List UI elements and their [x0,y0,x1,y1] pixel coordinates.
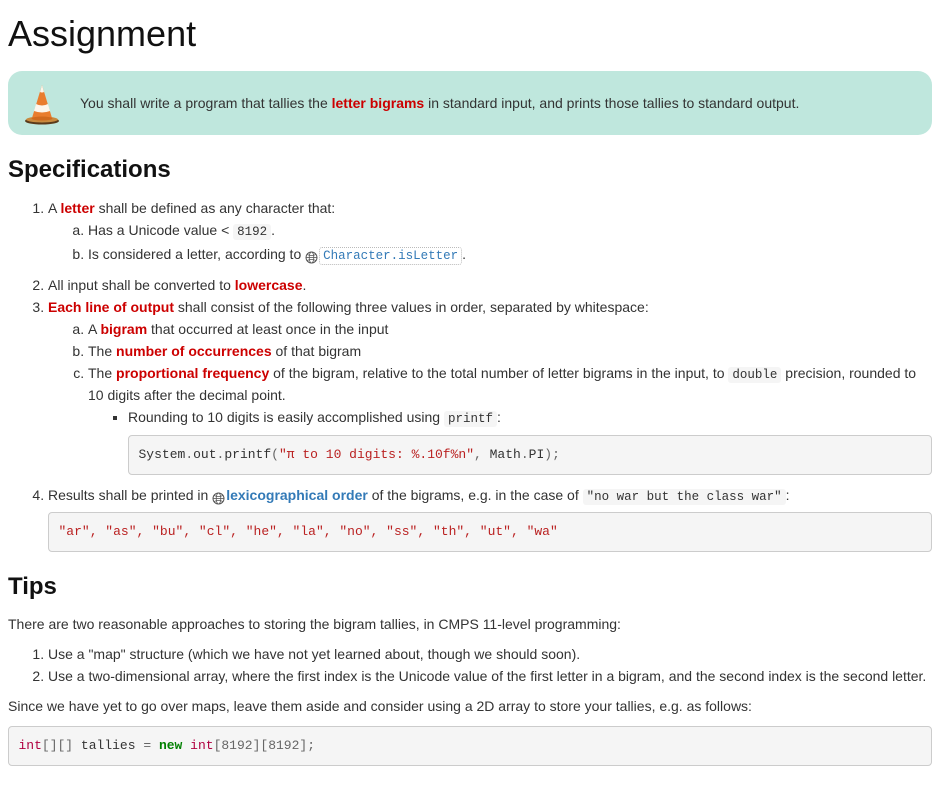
spec-item-1: A letter shall be defined as any charact… [48,198,932,266]
code-printf: printf [444,411,497,427]
spec-3a: A bigram that occurred at least once in … [88,319,932,339]
callout-highlight: letter bigrams [332,95,425,111]
code-double: double [728,367,781,383]
page-title: Assignment [8,8,932,59]
spec-3c-bullet: Rounding to 10 digits is easily accompli… [128,407,932,474]
spec-1-sublist: Has a Unicode value < 8192. Is considere… [48,220,932,266]
tips-outro: Since we have yet to go over maps, leave… [8,696,932,716]
spec-item-3: Each line of output shall consist of the… [48,297,932,474]
cone-icon [22,81,62,125]
tips-list: Use a "map" structure (which we have not… [8,644,932,686]
code-example-input: "no war but the class war" [583,489,786,505]
character-isletter-link[interactable]: Character.isLetter [319,247,462,265]
spec-3b: The number of occurrences of that bigram [88,341,932,361]
spec-1b: Is considered a letter, according to Cha… [88,244,932,266]
spec-3c: The proportional frequency of the bigram… [88,363,932,474]
spec-item-2: All input shall be converted to lowercas… [48,275,932,295]
tips-intro: There are two reasonable approaches to s… [8,614,932,634]
callout-text: You shall write a program that tallies t… [80,93,799,113]
tip-2: Use a two-dimensional array, where the f… [48,666,932,686]
globe-icon [305,249,318,262]
spec-item-4: Results shall be printed in lexicographi… [48,485,932,552]
globe-icon [212,490,225,503]
code-block-bigrams: "ar", "as", "bu", "cl", "he", "la", "no"… [48,512,932,552]
code-block-tallies: int[][] tallies = new int[8192][8192]; [8,726,932,766]
spec-1a: Has a Unicode value < 8192. [88,220,932,242]
spec-3c-bullets: Rounding to 10 digits is easily accompli… [88,407,932,474]
code-block-printf: System.out.printf("π to 10 digits: %.10f… [128,435,932,475]
tips-heading: Tips [8,570,932,604]
tip-1: Use a "map" structure (which we have not… [48,644,932,664]
lexicographical-order-link[interactable]: lexicographical order [226,487,368,503]
spec-3-sublist: A bigram that occurred at least once in … [48,319,932,474]
specifications-heading: Specifications [8,153,932,187]
code-8192: 8192 [233,224,271,240]
specifications-list: A letter shall be defined as any charact… [8,198,932,552]
assignment-callout: You shall write a program that tallies t… [8,71,932,135]
